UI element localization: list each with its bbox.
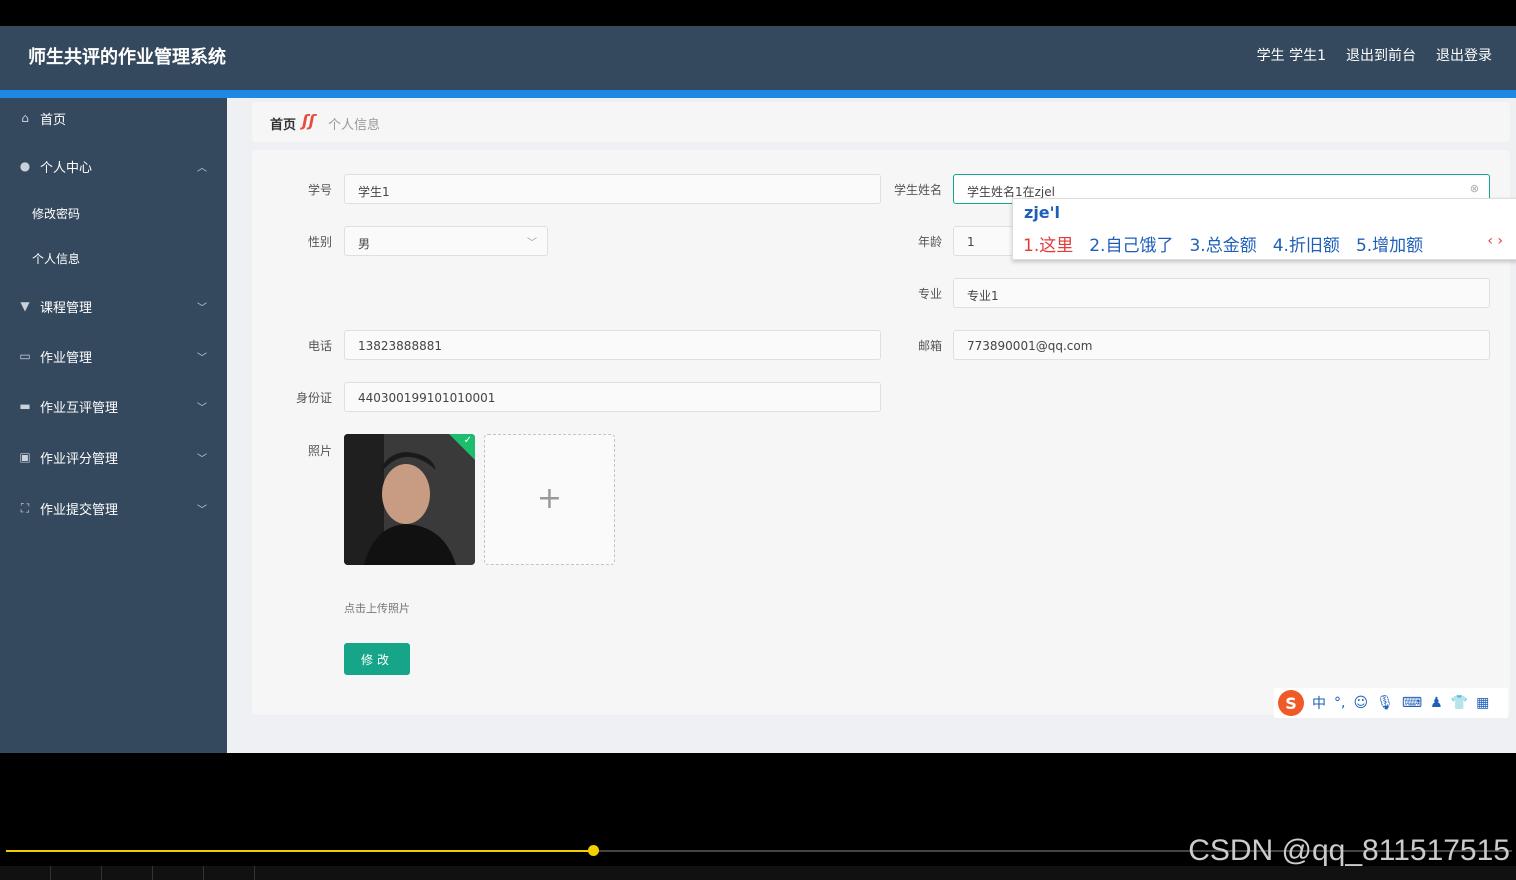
thumbnail[interactable]: [0, 866, 51, 880]
sidebar-item-label: 作业互评管理: [40, 400, 119, 416]
major-label: 专业: [917, 287, 942, 301]
punctuation-icon[interactable]: °,: [1334, 695, 1345, 711]
sidebar-item-label: 作业提交管理: [40, 502, 119, 518]
sidebar-item-peer-review[interactable]: ▬ 作业互评管理 ﹀: [0, 386, 227, 426]
sidebar: ⌂ 首页 ● 个人中心 ︿ 修改密码 个人信息 ▼ 课程管理 ﹀ ▭ 作业管理 …: [0, 98, 227, 753]
breadcrumb: 首页 ʃʃ 个人信息: [252, 102, 1510, 142]
xuehao-input[interactable]: 学生1: [344, 174, 881, 204]
photo-label: 照片: [307, 444, 332, 458]
modify-button[interactable]: 修改: [344, 643, 410, 675]
back-to-front-link[interactable]: 退出到前台: [1346, 45, 1416, 65]
progress-fill: [6, 850, 593, 852]
sidebar-item-submission[interactable]: ⛶ 作业提交管理 ﹀: [0, 488, 227, 528]
gender-label: 性别: [307, 235, 332, 249]
user-icon: ●: [19, 159, 31, 173]
chevron-up-icon: ︿: [197, 162, 207, 174]
logout-link[interactable]: 退出登录: [1436, 45, 1492, 65]
thumbnail[interactable]: [204, 866, 255, 880]
emoji-icon[interactable]: ☺: [1353, 695, 1368, 711]
sidebar-item-label: 首页: [40, 112, 67, 128]
sidebar-item-home[interactable]: ⌂ 首页: [0, 98, 227, 138]
csdn-watermark: CSDN @qq_811517515: [1188, 834, 1510, 867]
chevron-down-icon: ﹀: [197, 504, 207, 516]
phone-input[interactable]: 13823888881: [344, 330, 881, 360]
ime-lang-indicator[interactable]: 中: [1312, 693, 1326, 713]
chevron-down-icon: ﹀: [527, 238, 537, 249]
chevron-down-icon: ﹀: [197, 402, 207, 414]
home-icon: ⌂: [21, 111, 29, 125]
app-title: 师生共评的作业管理系统: [28, 47, 226, 68]
sidebar-item-label: 作业评分管理: [40, 451, 119, 467]
breadcrumb-current: 个人信息: [328, 118, 381, 133]
grid-icon[interactable]: ▦: [1476, 695, 1489, 711]
major-input[interactable]: 专业1: [953, 278, 1490, 308]
upload-hint: 点击上传照片: [344, 602, 410, 615]
thumbnail[interactable]: [153, 866, 204, 880]
frame-icon: ⛶: [20, 500, 30, 515]
id-card-label: 身份证: [295, 391, 332, 405]
thumbnail[interactable]: [102, 866, 153, 880]
current-user-link[interactable]: 学生 学生1: [1257, 45, 1326, 65]
age-label: 年龄: [917, 235, 942, 249]
ime-candidate[interactable]: 5.增加额: [1356, 231, 1423, 256]
chevron-down-icon: ﹀: [197, 302, 207, 314]
phone-label: 电话: [307, 339, 332, 353]
sidebar-item-grading[interactable]: ▣ 作业评分管理 ﹀: [0, 437, 227, 477]
app-header: 师生共评的作业管理系统 学生 学生1 退出到前台 退出登录: [0, 26, 1516, 90]
ime-candidate[interactable]: 1.这里: [1023, 231, 1073, 256]
plus-icon: +: [536, 480, 563, 516]
briefcase-icon: ▬: [19, 399, 31, 413]
sidebar-item-course[interactable]: ▼ 课程管理 ﹀: [0, 286, 227, 326]
email-input[interactable]: 773890001@qq.com: [953, 330, 1490, 360]
ime-candidate-popup: zje'l 1.这里 2.自己饿了 3.总金额 4.折旧额 5.增加额 ‹ ›: [1012, 198, 1516, 260]
progress-knob[interactable]: [588, 845, 599, 856]
chevron-down-icon: ﹀: [197, 352, 207, 364]
sidebar-subitem-change-password[interactable]: 修改密码: [32, 205, 80, 222]
upload-photo-button[interactable]: +: [484, 434, 615, 565]
uploaded-photo[interactable]: ✓: [344, 434, 475, 565]
breadcrumb-separator-icon: ʃʃ: [302, 111, 316, 130]
ime-candidate[interactable]: 3.总金额: [1189, 231, 1256, 256]
chevron-down-icon: ﹀: [197, 453, 207, 465]
skin-icon[interactable]: 👕: [1451, 695, 1468, 711]
sidebar-item-homework[interactable]: ▭ 作业管理 ﹀: [0, 336, 227, 376]
breadcrumb-home[interactable]: 首页: [270, 114, 296, 133]
chat-icon: ▭: [19, 349, 31, 363]
ime-candidate[interactable]: 4.折旧额: [1273, 231, 1340, 256]
keyboard-icon[interactable]: ⌨: [1402, 695, 1422, 711]
check-icon: ✓: [463, 435, 472, 446]
sidebar-item-personal-center[interactable]: ● 个人中心 ︿: [0, 146, 227, 186]
ime-candidate[interactable]: 2.自己饿了: [1089, 231, 1173, 256]
id-card-input[interactable]: 440300199101010001: [344, 382, 881, 412]
clipboard-icon: ▣: [19, 450, 31, 464]
clear-icon[interactable]: ⊗: [1470, 182, 1479, 195]
thumbnail[interactable]: [51, 866, 102, 880]
ime-toolbar: S 中 °, ☺ 🎙 ⌨ ♟ 👕 ▦: [1274, 688, 1508, 718]
ime-candidates: 1.这里 2.自己饿了 3.总金额 4.折旧额 5.增加额: [1023, 231, 1423, 256]
ime-page-arrows-icon[interactable]: ‹ ›: [1487, 233, 1503, 249]
email-label: 邮箱: [917, 339, 942, 353]
sidebar-item-label: 个人中心: [40, 160, 93, 176]
student-name-value: 学生姓名1在zjel: [967, 185, 1055, 199]
gender-value: 男: [358, 237, 371, 251]
sidebar-item-label: 作业管理: [40, 350, 93, 366]
user-icon[interactable]: ♟: [1430, 695, 1443, 711]
course-icon: ▼: [20, 299, 30, 313]
xuehao-label: 学号: [307, 183, 332, 197]
sidebar-item-label: 课程管理: [40, 300, 93, 316]
thumbnail-strip: [0, 866, 1516, 880]
header-nav: 学生 学生1 退出到前台 退出登录: [1257, 45, 1492, 65]
ime-composition: zje'l: [1024, 203, 1061, 222]
header-accent-line: [0, 90, 1516, 98]
top-black-bar: [0, 0, 1516, 26]
gender-select[interactable]: 男 ﹀: [344, 226, 548, 256]
microphone-icon[interactable]: 🎙: [1376, 695, 1394, 711]
student-name-label: 学生姓名: [893, 183, 942, 197]
sogou-logo-icon[interactable]: S: [1278, 690, 1304, 716]
sidebar-subitem-personal-info[interactable]: 个人信息: [32, 250, 80, 267]
